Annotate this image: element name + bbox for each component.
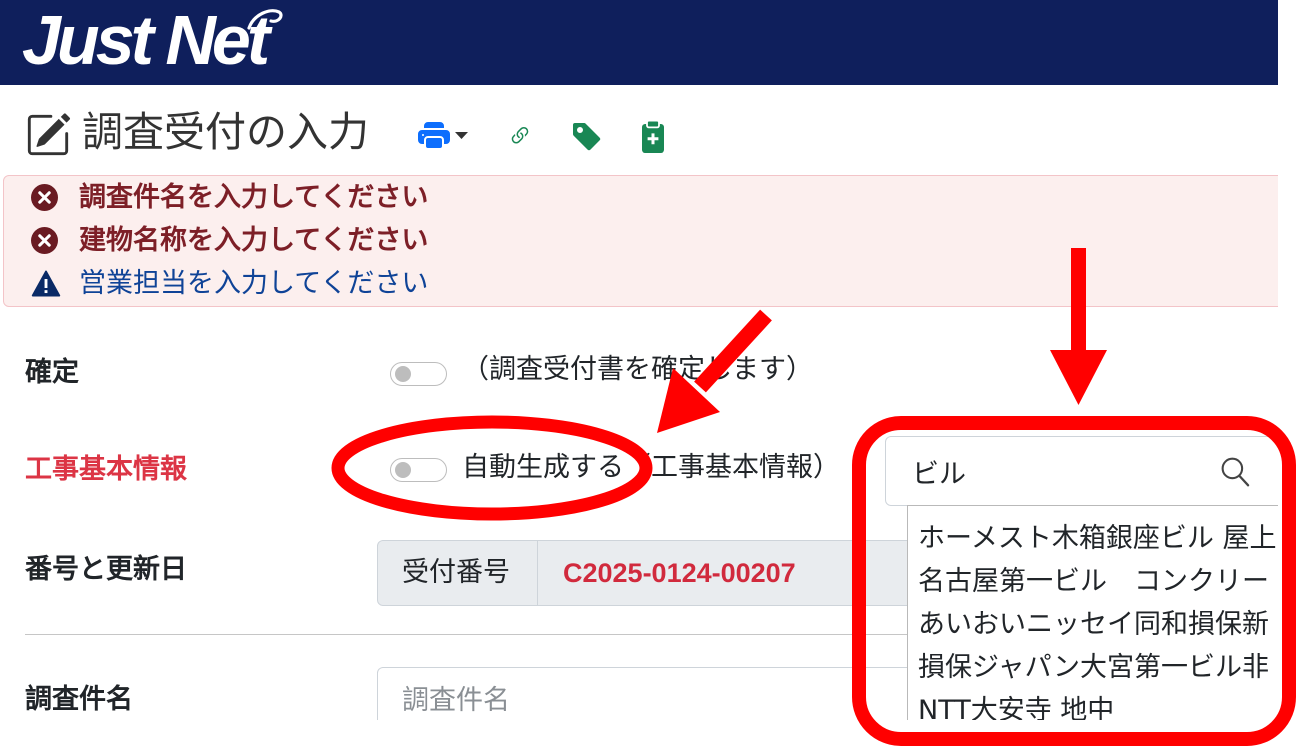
circle-x-icon <box>31 227 58 254</box>
receipt-number-group: 受付番号 C2025-0124-00207 <box>377 540 937 606</box>
search-icon[interactable] <box>1220 456 1250 488</box>
clipboard-plus-icon[interactable] <box>637 119 669 155</box>
toggle-knob <box>395 365 411 382</box>
circle-x-icon <box>31 184 58 211</box>
alert-text: 建物名称を入力してください <box>79 225 429 256</box>
confirm-label: 確定 <box>25 357 79 388</box>
link-icon[interactable] <box>508 124 532 148</box>
confirm-description: （調査受付書を確定します） <box>462 354 813 385</box>
warning-triangle-icon <box>31 270 61 297</box>
search-result-item[interactable]: 名古屋第一ビル コンクリー <box>908 560 1278 603</box>
basic-info-label: 工事基本情報 <box>25 454 187 485</box>
survey-name-input[interactable] <box>378 668 938 720</box>
logo-swoosh-icon <box>247 9 283 30</box>
search-result-item[interactable]: あいおいニッセイ同和損保新 <box>908 603 1278 646</box>
page-title: 調査受付の入力 <box>82 108 369 156</box>
survey-name-label: 調査件名 <box>25 684 133 715</box>
logo[interactable]: Just Net <box>22 4 270 76</box>
page-viewport: Just Net 調査受付の入力 調査件名を入力してください 建物名称を入力して… <box>0 0 1278 720</box>
toggle-knob <box>395 461 411 478</box>
print-icon[interactable] <box>417 120 451 152</box>
confirm-toggle[interactable] <box>390 362 447 386</box>
app-window: Just Net 調査受付の入力 調査件名を入力してください 建物名称を入力して… <box>0 0 1309 750</box>
search-result-item[interactable]: NTT大安寺 地中 <box>908 689 1278 720</box>
alert-text: 営業担当を入力してください <box>79 268 429 299</box>
auto-generate-toggle[interactable] <box>390 458 447 482</box>
caret-down-icon[interactable] <box>455 132 468 140</box>
building-search-field[interactable] <box>885 436 1278 506</box>
number-date-label: 番号と更新日 <box>25 554 187 585</box>
alert-item: 建物名称を入力してください <box>4 219 1204 262</box>
alert-item: 調査件名を入力してください <box>4 176 1204 219</box>
search-result-item[interactable]: 損保ジャパン大宮第一ビル非 <box>908 646 1278 689</box>
auto-generate-text: 自動生成する（工事基本情報） <box>462 452 840 483</box>
tag-icon[interactable] <box>571 121 603 153</box>
edit-icon <box>27 113 70 156</box>
search-result-item[interactable]: ホーメスト木箱銀座ビル 屋上 <box>908 517 1278 560</box>
survey-name-field[interactable] <box>377 667 977 720</box>
alert-text: 調査件名を入力してください <box>79 182 429 213</box>
receipt-number-addon: 受付番号 <box>378 541 538 605</box>
receipt-number-value: C2025-0124-00207 <box>563 558 796 588</box>
building-search-input[interactable] <box>886 437 1206 505</box>
building-search-results: ホーメスト木箱銀座ビル 屋上 名古屋第一ビル コンクリー あいおいニッセイ同和損… <box>907 505 1278 720</box>
top-header-bar: Just Net <box>0 0 1278 85</box>
validation-alert: 調査件名を入力してください 建物名称を入力してください 営業担当を入力してくださ… <box>3 175 1278 307</box>
alert-item: 営業担当を入力してください <box>4 262 1204 305</box>
